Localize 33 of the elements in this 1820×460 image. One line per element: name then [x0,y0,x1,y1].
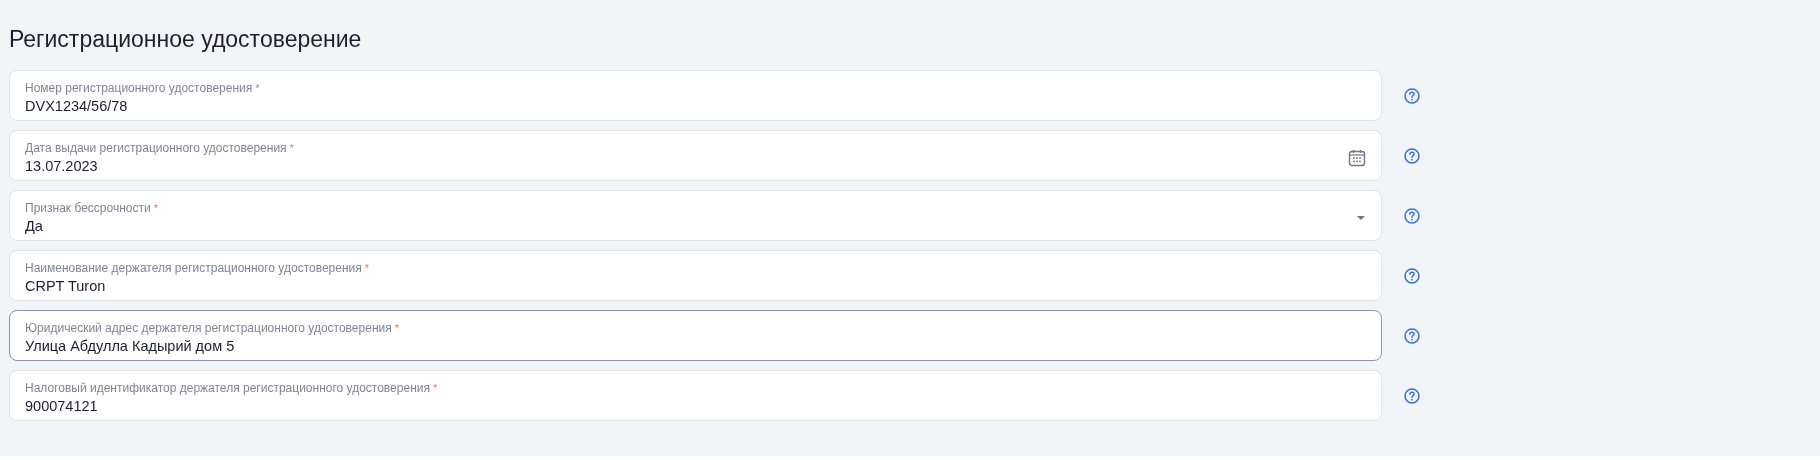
input-field[interactable]: Юридический адрес держателя регистрационного удостоверения * Улица Абдулла Кадырий дом 5 [9,310,1382,361]
required-mark: * [432,381,438,396]
required-mark: * [364,261,370,276]
input-field[interactable]: Налоговый идентификатор держателя регистрационного удостоверения * 900074121 [9,370,1382,421]
help-icon[interactable] [1404,207,1420,224]
calendar-icon[interactable] [1348,149,1366,167]
help-icon[interactable] [1404,87,1420,104]
input-field[interactable]: Номер регистрационного удостоверения * DVX1234/56/78 [9,70,1382,121]
required-mark: * [394,321,399,336]
required-mark: * [153,201,158,216]
field-label: Наименование держателя регистрационного удостоверения [25,260,362,276]
field-value: DVX1234/56/78 [25,97,128,116]
required-mark: * [289,141,294,156]
help-icon[interactable] [1404,147,1420,164]
help-icon[interactable] [1404,327,1420,344]
field-label: Юридический адрес держателя регистрационного удостоверения [25,320,392,336]
field-label: Признак бессрочности [25,200,151,216]
field-value: 900074121 [25,397,98,416]
field-label: Налоговый идентификатор держателя регистрационного удостоверения [25,380,430,396]
select-field[interactable]: Признак бессрочности * Да [9,190,1382,241]
field-value: Улица Абдулла Кадырий дом 5 [25,337,235,356]
help-icon[interactable] [1404,267,1420,284]
field-value: Да [25,217,43,236]
field-value: CRPT Turon [25,277,106,296]
field-label: Дата выдачи регистрационного удостоверения [25,140,287,156]
field-label: Номер регистрационного удостоверения [25,80,253,96]
date-field[interactable]: Дата выдачи регистрационного удостоверения * 13.07.2023 [9,130,1382,181]
required-mark: * [255,81,260,96]
field-value: 13.07.2023 [25,157,98,176]
section-title: Регистрационное удостоверение [9,25,362,54]
help-icon[interactable] [1404,387,1420,404]
dropdown-caret-icon[interactable] [1356,215,1366,221]
input-field[interactable]: Наименование держателя регистрационного удостоверения * CRPT Turon [9,250,1382,301]
